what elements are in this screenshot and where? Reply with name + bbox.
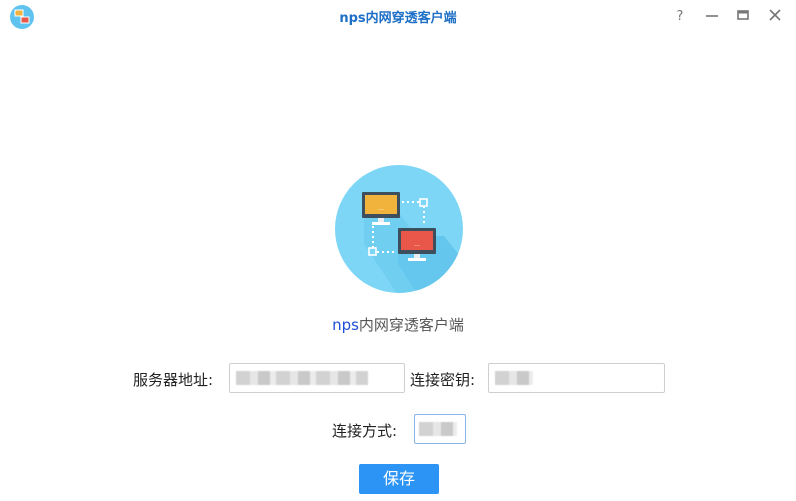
svg-text:...: ... [378,205,384,212]
maximize-icon[interactable] [733,6,753,24]
app-window: nps内网穿透客户端 ? ... ... nps内网穿透客户端 服务器地址: 连… [0,0,796,501]
connection-type-label: 连接方式: [332,422,398,440]
close-icon[interactable] [765,6,785,24]
network-computers-icon: ... ... [335,165,463,293]
app-name-rest: 内网穿透客户端 [358,316,464,334]
title-bar[interactable]: nps内网穿透客户端 ? [0,0,796,30]
redacted-value [495,371,533,385]
server-address-input[interactable] [229,363,405,393]
svg-text:?: ? [677,9,684,24]
svg-text:...: ... [414,241,420,248]
connection-key-label: 连接密钥: [410,371,476,389]
redacted-value [236,371,368,385]
connection-type-select[interactable] [414,414,466,444]
save-button[interactable]: 保存 [359,464,439,494]
help-icon[interactable]: ? [670,6,690,24]
connection-key-input[interactable] [488,363,665,393]
server-address-label: 服务器地址: [133,371,214,389]
minimize-icon[interactable] [702,6,722,24]
app-name-latin: nps [332,316,359,334]
redacted-value [419,422,457,436]
app-name: nps内网穿透客户端 [0,314,796,335]
